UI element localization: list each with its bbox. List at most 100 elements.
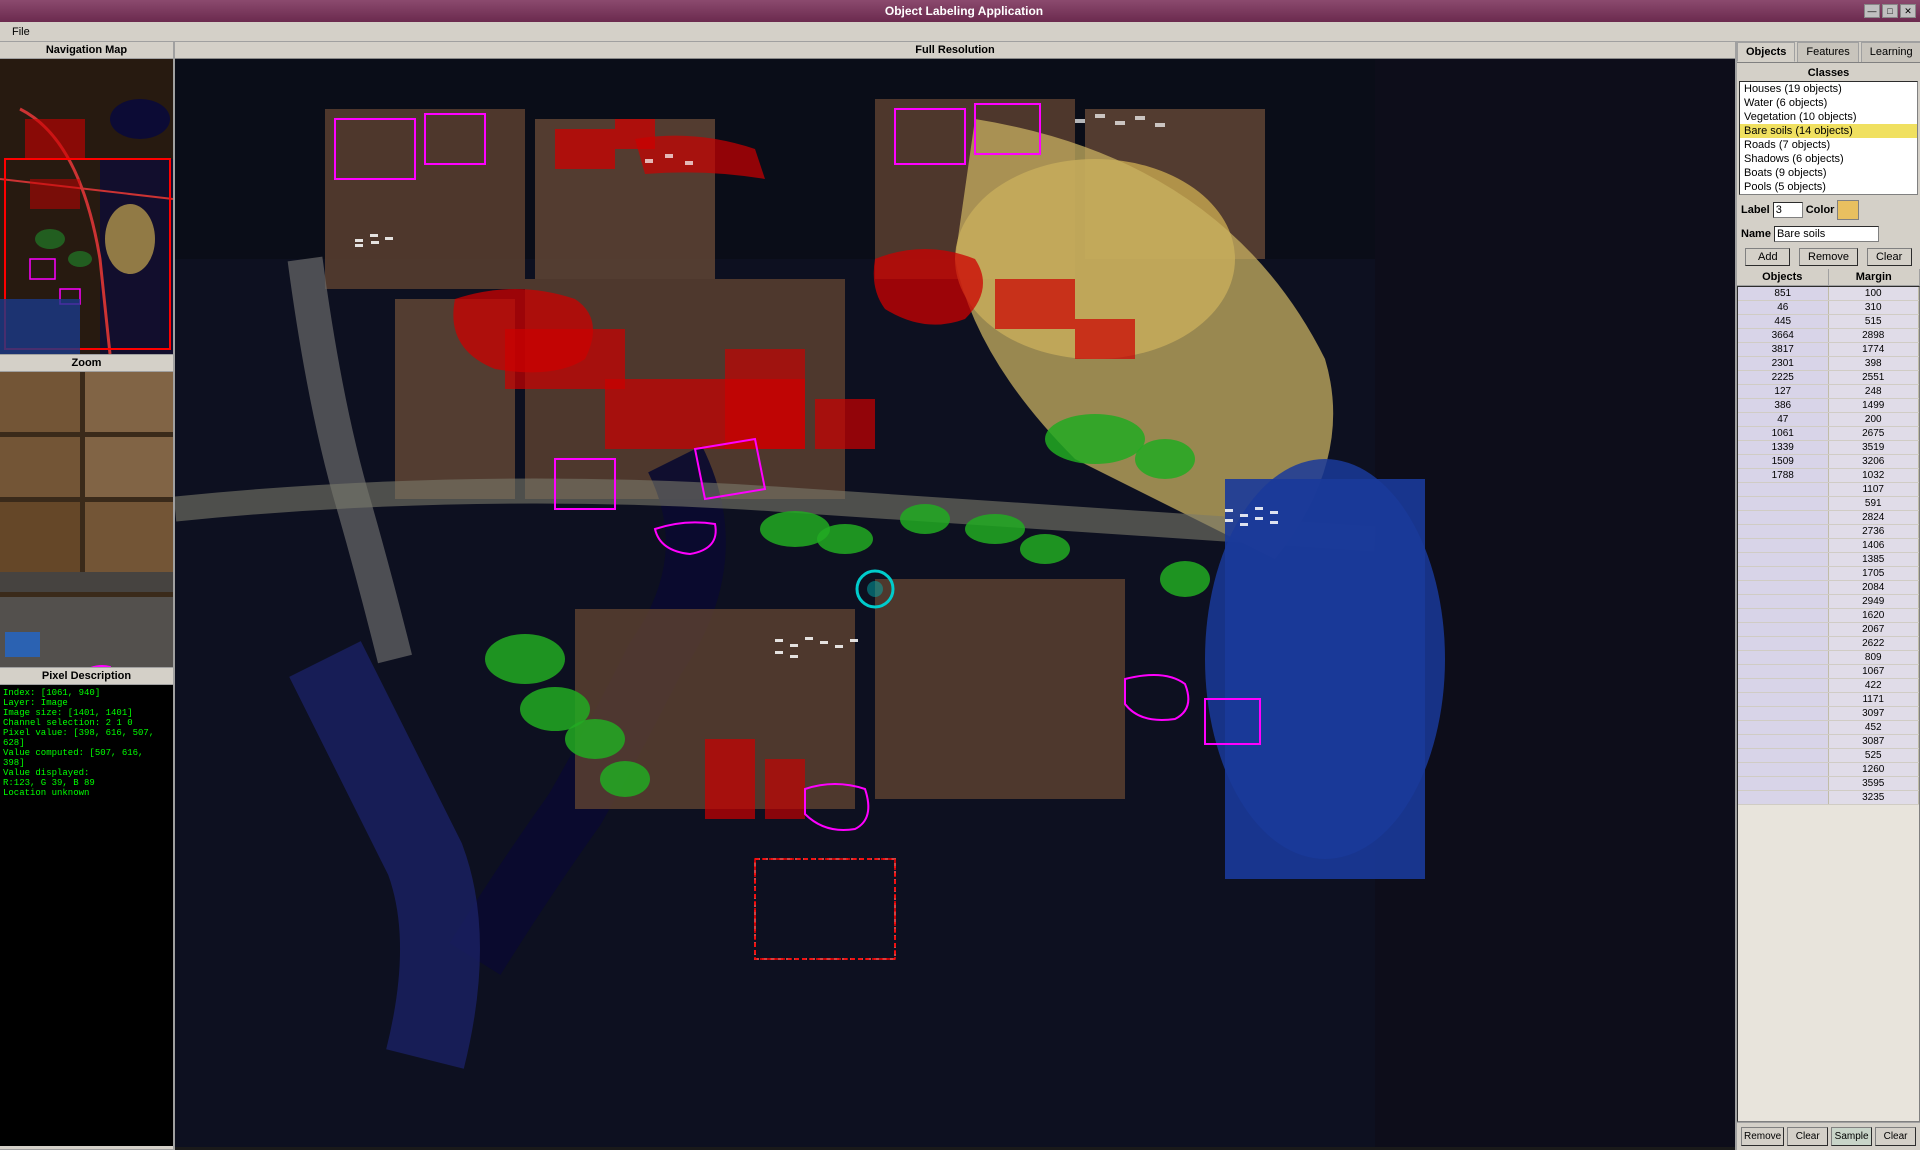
table-row[interactable]: 1509 3206 [1738,455,1919,469]
table-row[interactable]: 1107 [1738,483,1919,497]
obj-cell: 2225 [1738,371,1829,384]
pixel-desc-title: Pixel Description [0,668,173,685]
table-row[interactable]: 1061 2675 [1738,427,1919,441]
obj-cell [1738,623,1829,636]
color-label: Color [1806,204,1835,216]
clear-button[interactable]: Clear [1867,248,1912,266]
obj-cell [1738,707,1829,720]
table-row[interactable]: 809 [1738,651,1919,665]
class-item-bare-soils[interactable]: Bare soils (14 objects) [1740,124,1917,138]
table-row[interactable]: 2736 [1738,525,1919,539]
table-row[interactable]: 1171 [1738,693,1919,707]
menu-bar: File [0,22,1920,42]
margin-cell: 1260 [1829,763,1920,776]
color-picker[interactable] [1837,200,1859,220]
class-item-water[interactable]: Water (6 objects) [1740,96,1917,110]
table-row[interactable]: 1339 3519 [1738,441,1919,455]
name-input[interactable] [1774,226,1879,242]
obj-cell: 386 [1738,399,1829,412]
label-input[interactable] [1773,202,1803,218]
classes-list: Houses (19 objects)Water (6 objects)Vege… [1739,81,1918,195]
objects-margin-panel: Objects Margin 851 100 46 310 445 515 36… [1737,269,1920,1122]
table-row[interactable]: 3595 [1738,777,1919,791]
table-row[interactable]: 3235 [1738,791,1919,805]
bottom-clear2-button[interactable]: Clear [1875,1127,1916,1146]
table-row[interactable]: 46 310 [1738,301,1919,315]
obj-cell [1738,651,1829,664]
classes-label: Classes [1739,65,1918,81]
tab-objects[interactable]: Objects [1737,42,1795,62]
table-row[interactable]: 2824 [1738,511,1919,525]
table-row[interactable]: 2301 398 [1738,357,1919,371]
table-row[interactable]: 422 [1738,679,1919,693]
sample-button[interactable]: Sample [1831,1127,1872,1146]
margin-cell: 1499 [1829,399,1920,412]
table-row[interactable]: 1620 [1738,609,1919,623]
class-item-pools[interactable]: Pools (5 objects) [1740,180,1917,194]
bottom-clear1-button[interactable]: Clear [1787,1127,1828,1146]
table-row[interactable]: 3817 1774 [1738,343,1919,357]
table-row[interactable]: 851 100 [1738,287,1919,301]
table-row[interactable]: 1705 [1738,567,1919,581]
class-item-shadows[interactable]: Shadows (6 objects) [1740,152,1917,166]
margin-cell: 515 [1829,315,1920,328]
margin-cell: 100 [1829,287,1920,300]
table-row[interactable]: 2067 [1738,623,1919,637]
margin-cell: 1705 [1829,567,1920,580]
close-button[interactable]: ✕ [1900,4,1916,18]
table-row[interactable]: 591 [1738,497,1919,511]
tab-learning[interactable]: Learning [1861,42,1920,62]
obj-cell: 2301 [1738,357,1829,370]
table-row[interactable]: 3664 2898 [1738,329,1919,343]
table-row[interactable]: 1067 [1738,665,1919,679]
table-row[interactable]: 1385 [1738,553,1919,567]
margin-cell: 1067 [1829,665,1920,678]
table-row[interactable]: 127 248 [1738,385,1919,399]
nav-map-title: Navigation Map [0,42,173,59]
remove-button[interactable]: Remove [1799,248,1858,266]
obj-cell [1738,483,1829,496]
margin-cell: 2622 [1829,637,1920,650]
window-controls[interactable]: — □ ✕ [1864,4,1916,18]
objects-margin-scroll[interactable]: 851 100 46 310 445 515 3664 2898 3817 17… [1737,286,1920,1122]
bottom-remove-button[interactable]: Remove [1741,1127,1784,1146]
maximize-button[interactable]: □ [1882,4,1898,18]
app-title: Object Labeling Application [64,4,1864,18]
add-button[interactable]: Add [1745,248,1790,266]
margin-cell: 2949 [1829,595,1920,608]
margin-col-header: Margin [1829,269,1920,285]
table-row[interactable]: 1788 1032 [1738,469,1919,483]
table-row[interactable]: 2225 2551 [1738,371,1919,385]
table-row[interactable]: 445 515 [1738,315,1919,329]
zoom-container[interactable] [0,372,173,667]
table-row[interactable]: 2622 [1738,637,1919,651]
file-menu[interactable]: File [4,24,38,40]
table-row[interactable]: 525 [1738,749,1919,763]
table-row[interactable]: 452 [1738,721,1919,735]
table-row[interactable]: 2084 [1738,581,1919,595]
class-item-houses[interactable]: Houses (19 objects) [1740,82,1917,96]
zoom-svg [0,372,173,667]
nav-map-container[interactable] [0,59,173,354]
class-item-vegetation[interactable]: Vegetation (10 objects) [1740,110,1917,124]
table-row[interactable]: 3087 [1738,735,1919,749]
margin-cell: 248 [1829,385,1920,398]
table-row[interactable]: 47 200 [1738,413,1919,427]
margin-cell: 2675 [1829,427,1920,440]
main-image-area[interactable]: Full Resolution [175,42,1735,1150]
table-row[interactable]: 3097 [1738,707,1919,721]
table-row[interactable]: 1260 [1738,763,1919,777]
map-view[interactable] [175,59,1735,1147]
class-item-roads[interactable]: Roads (7 objects) [1740,138,1917,152]
class-item-boats[interactable]: Boats (9 objects) [1740,166,1917,180]
tab-features[interactable]: Features [1797,42,1858,62]
table-row[interactable]: 2949 [1738,595,1919,609]
minimize-button[interactable]: — [1864,4,1880,18]
obj-cell [1738,525,1829,538]
table-row[interactable]: 386 1499 [1738,399,1919,413]
obj-cell [1738,511,1829,524]
margin-cell: 3519 [1829,441,1920,454]
margin-cell: 809 [1829,651,1920,664]
table-row[interactable]: 1406 [1738,539,1919,553]
margin-cell: 310 [1829,301,1920,314]
